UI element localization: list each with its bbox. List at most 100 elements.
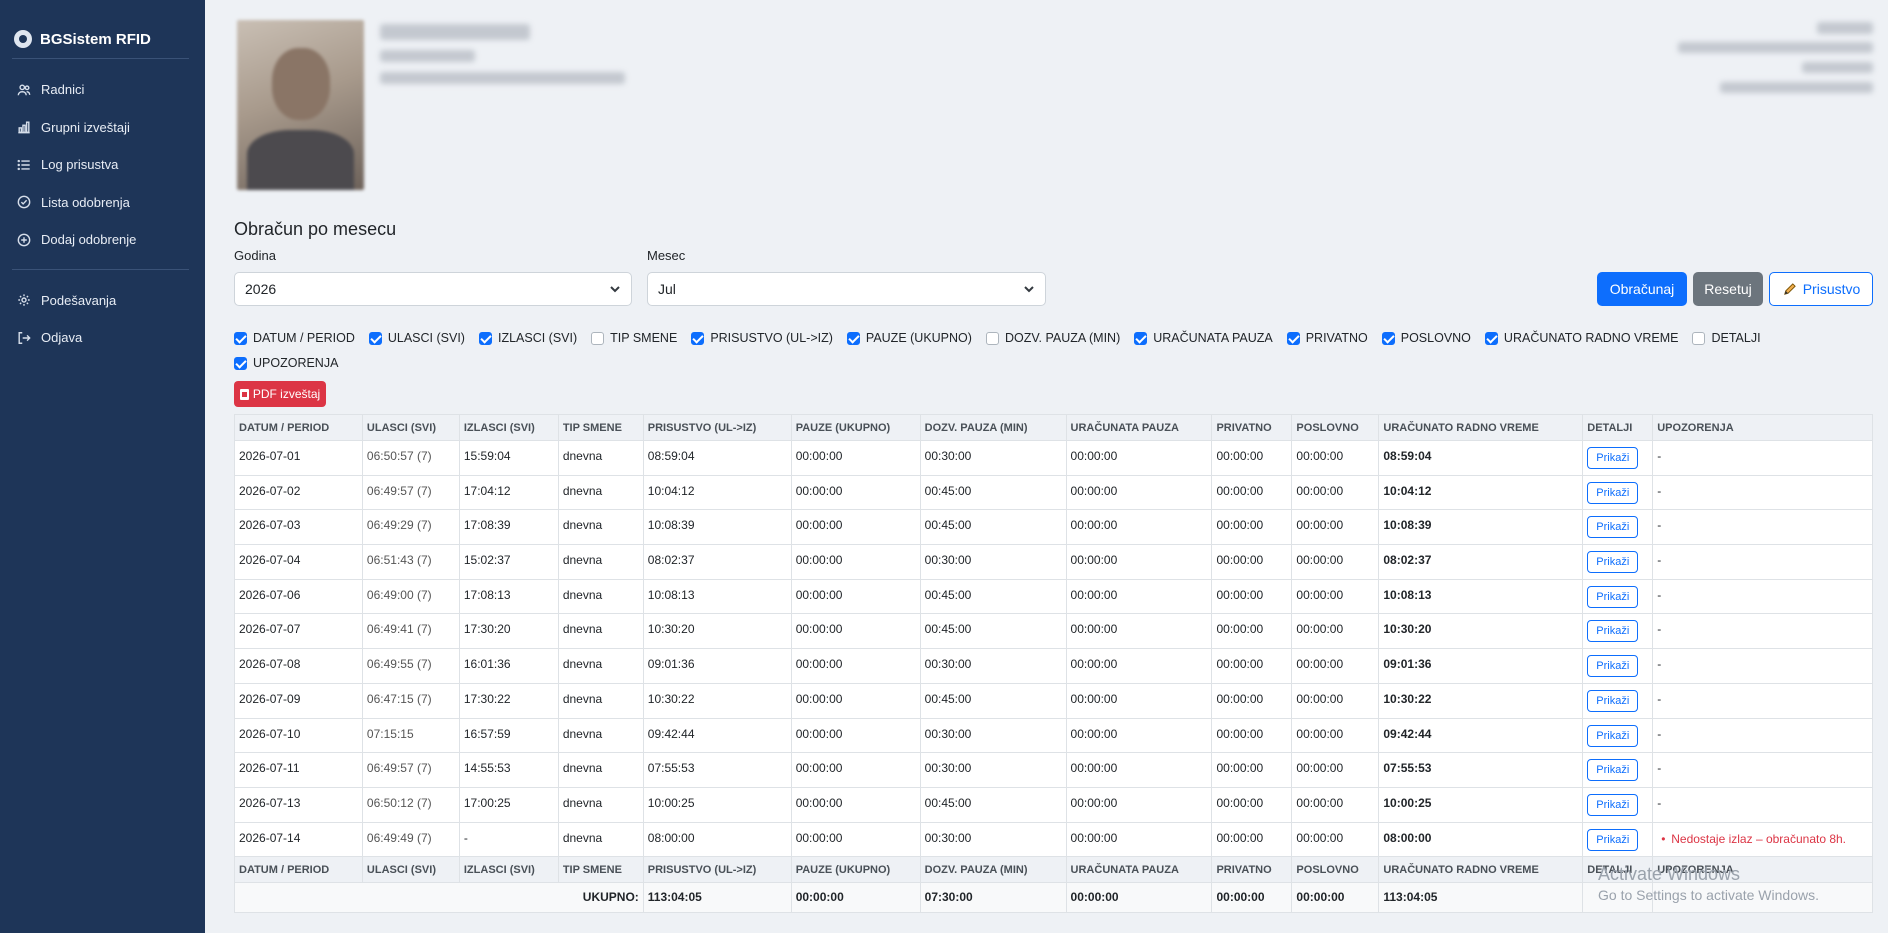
redacted-details: [380, 72, 625, 84]
show-details-button[interactable]: Prikaži: [1587, 585, 1639, 608]
checkbox[interactable]: [985, 331, 999, 345]
gear-icon: [18, 294, 30, 306]
sidebar-item-log-prisustva[interactable]: Log prisustva: [0, 146, 205, 184]
table-cell: 00:00:00: [1065, 682, 1213, 719]
table-cell: 00:45:00: [919, 682, 1067, 719]
table-cell: 00:00:00: [1211, 786, 1293, 823]
table-cell: 00:00:00: [790, 821, 921, 858]
column-header: DATUM / PERIOD: [234, 414, 363, 441]
checkbox[interactable]: [478, 331, 492, 345]
show-details-button[interactable]: Prikaži: [1587, 759, 1639, 782]
table-cell: 17:30:20: [458, 613, 559, 650]
column-toggle-uracunata-pauza[interactable]: URAČUNATA PAUZA: [1134, 331, 1273, 345]
pencil-icon: [1783, 282, 1796, 295]
table-cell: 00:00:00: [1211, 613, 1293, 650]
checkbox-label: UPOZORENJA: [253, 356, 339, 370]
column-toggle-ulasci[interactable]: ULASCI (SVI): [368, 331, 465, 345]
column-toggle-privatno[interactable]: PRIVATNO: [1286, 331, 1368, 345]
table-cell: 06:51:43 (7): [361, 544, 460, 580]
show-details-button[interactable]: Prikaži: [1587, 655, 1639, 678]
table-cell: 00:00:00: [1291, 440, 1380, 476]
show-details-button[interactable]: Prikaži: [1587, 551, 1639, 574]
table-cell: 10:04:12: [642, 474, 792, 511]
table-row: 2026-07-08 06:49:55 (7) 16:01:36 dnevna 09:0…: [234, 648, 1873, 684]
sidebar-item-lista-odobrenja[interactable]: Lista odobrenja: [0, 184, 205, 222]
details-cell: Prikaži: [1582, 752, 1654, 788]
table-cell: dnevna: [557, 752, 644, 788]
show-details-button[interactable]: Prikaži: [1587, 793, 1639, 816]
sidebar-item-dodaj-odobrenje[interactable]: Dodaj odobrenje: [0, 221, 205, 259]
bar-chart-icon: [18, 121, 30, 134]
checkbox[interactable]: [1134, 331, 1148, 345]
month-select[interactable]: Jul: [647, 272, 1046, 306]
attendance-button[interactable]: Prisustvo: [1769, 272, 1873, 306]
column-toggle-detalji[interactable]: DETALJI: [1692, 331, 1761, 345]
details-cell: Prikaži: [1582, 440, 1654, 476]
calculate-button[interactable]: Obračunaj: [1597, 272, 1687, 306]
table-row: 2026-07-02 06:49:57 (7) 17:04:12 dnevna 10:0…: [234, 474, 1873, 511]
column-toggle-prisustvo[interactable]: PRISUSTVO (UL->IZ): [691, 331, 833, 345]
show-details-button[interactable]: Prikaži: [1587, 516, 1639, 539]
table-cell: 00:00:00: [1211, 544, 1293, 580]
table-row: 2026-07-10 07:15:15 16:57:59 dnevna 09:42:44…: [234, 717, 1873, 754]
table-cell: 00:30:00: [919, 544, 1067, 580]
column-toggle-dozv-pauza[interactable]: DOZV. PAUZA (MIN): [985, 331, 1120, 345]
column-toggle-tip-smene[interactable]: TIP SMENE: [591, 331, 677, 345]
checkbox[interactable]: [591, 331, 605, 345]
show-details-button[interactable]: Prikaži: [1587, 724, 1639, 747]
reset-button[interactable]: Resetuj: [1693, 272, 1763, 306]
sidebar-item-odjava[interactable]: Odjava: [0, 319, 205, 357]
column-toggle-datum[interactable]: DATUM / PERIOD: [234, 331, 355, 345]
checkbox[interactable]: [1381, 331, 1395, 345]
checkbox[interactable]: [846, 331, 860, 345]
sidebar-item-label: Radnici: [41, 82, 85, 98]
details-cell: Prikaži: [1582, 717, 1654, 754]
checkbox[interactable]: [234, 331, 247, 345]
table-cell: 17:04:12: [458, 474, 559, 511]
checkbox[interactable]: [368, 331, 382, 345]
chevron-down-icon: [610, 286, 620, 293]
show-details-button[interactable]: Prikaži: [1587, 689, 1639, 712]
sidebar-item-grupni-izvestaji[interactable]: Grupni izveštaji: [0, 109, 205, 147]
table-cell: 00:00:00: [790, 544, 921, 580]
checkbox[interactable]: [234, 356, 247, 370]
checkbox[interactable]: [691, 331, 705, 345]
logo-icon: [14, 30, 32, 48]
checkbox[interactable]: [1286, 331, 1300, 345]
table-cell: 00:00:00: [1065, 752, 1213, 788]
column-toggle-izlasci[interactable]: IZLASCI (SVI): [478, 331, 577, 345]
table-cell: 2026-07-13: [234, 786, 363, 823]
table-row: 2026-07-01 06:50:57 (7) 15:59:04 dnevna 08:5…: [234, 440, 1873, 476]
pdf-report-button[interactable]: PDF izveštaj: [234, 381, 326, 407]
table-cell: 00:00:00: [1291, 752, 1380, 788]
checkbox[interactable]: [1484, 331, 1498, 345]
table-cell: 00:00:00: [1065, 786, 1213, 823]
column-toggle-upozorenja[interactable]: UPOZORENJA: [234, 356, 338, 370]
show-details-button[interactable]: Prikaži: [1587, 447, 1639, 469]
checkbox-label: URAČUNATA PAUZA: [1153, 331, 1273, 345]
sidebar-item-label: Lista odobrenja: [41, 194, 130, 210]
details-cell: Prikaži: [1582, 613, 1654, 650]
year-select[interactable]: 2026: [234, 272, 632, 306]
show-details-button[interactable]: Prikaži: [1587, 481, 1639, 504]
table-cell: 00:00:00: [1291, 821, 1380, 858]
table-cell: 00:00:00: [1065, 509, 1213, 546]
table-cell: 00:00:00: [1065, 578, 1213, 615]
warnings-cell: -: [1652, 648, 1873, 684]
column-toggle-poslovno[interactable]: POSLOVNO: [1381, 331, 1471, 345]
column-toggle-radno-vreme[interactable]: URAČUNATO RADNO VREME: [1484, 331, 1679, 345]
sidebar-item-radnici[interactable]: Radnici: [0, 71, 205, 109]
sidebar-item-podesavanja[interactable]: Podešavanja: [0, 282, 205, 320]
total-cell: 113:04:05: [642, 882, 792, 914]
show-details-button[interactable]: Prikaži: [1587, 620, 1639, 643]
show-details-button[interactable]: Prikaži: [1587, 828, 1639, 851]
checkbox[interactable]: [1692, 331, 1706, 345]
warnings-cell: -: [1652, 578, 1873, 615]
column-toggle-pauze[interactable]: PAUZE (UKUPNO): [846, 331, 972, 345]
table-cell: 2026-07-10: [234, 717, 363, 754]
brand[interactable]: BGSistem RFID: [0, 0, 205, 58]
checkbox-label: URAČUNATO RADNO VREME: [1503, 331, 1679, 345]
column-header: DATUM / PERIOD: [234, 856, 363, 884]
table-cell: 00:00:00: [790, 717, 921, 754]
warnings-cell: -: [1652, 474, 1873, 511]
